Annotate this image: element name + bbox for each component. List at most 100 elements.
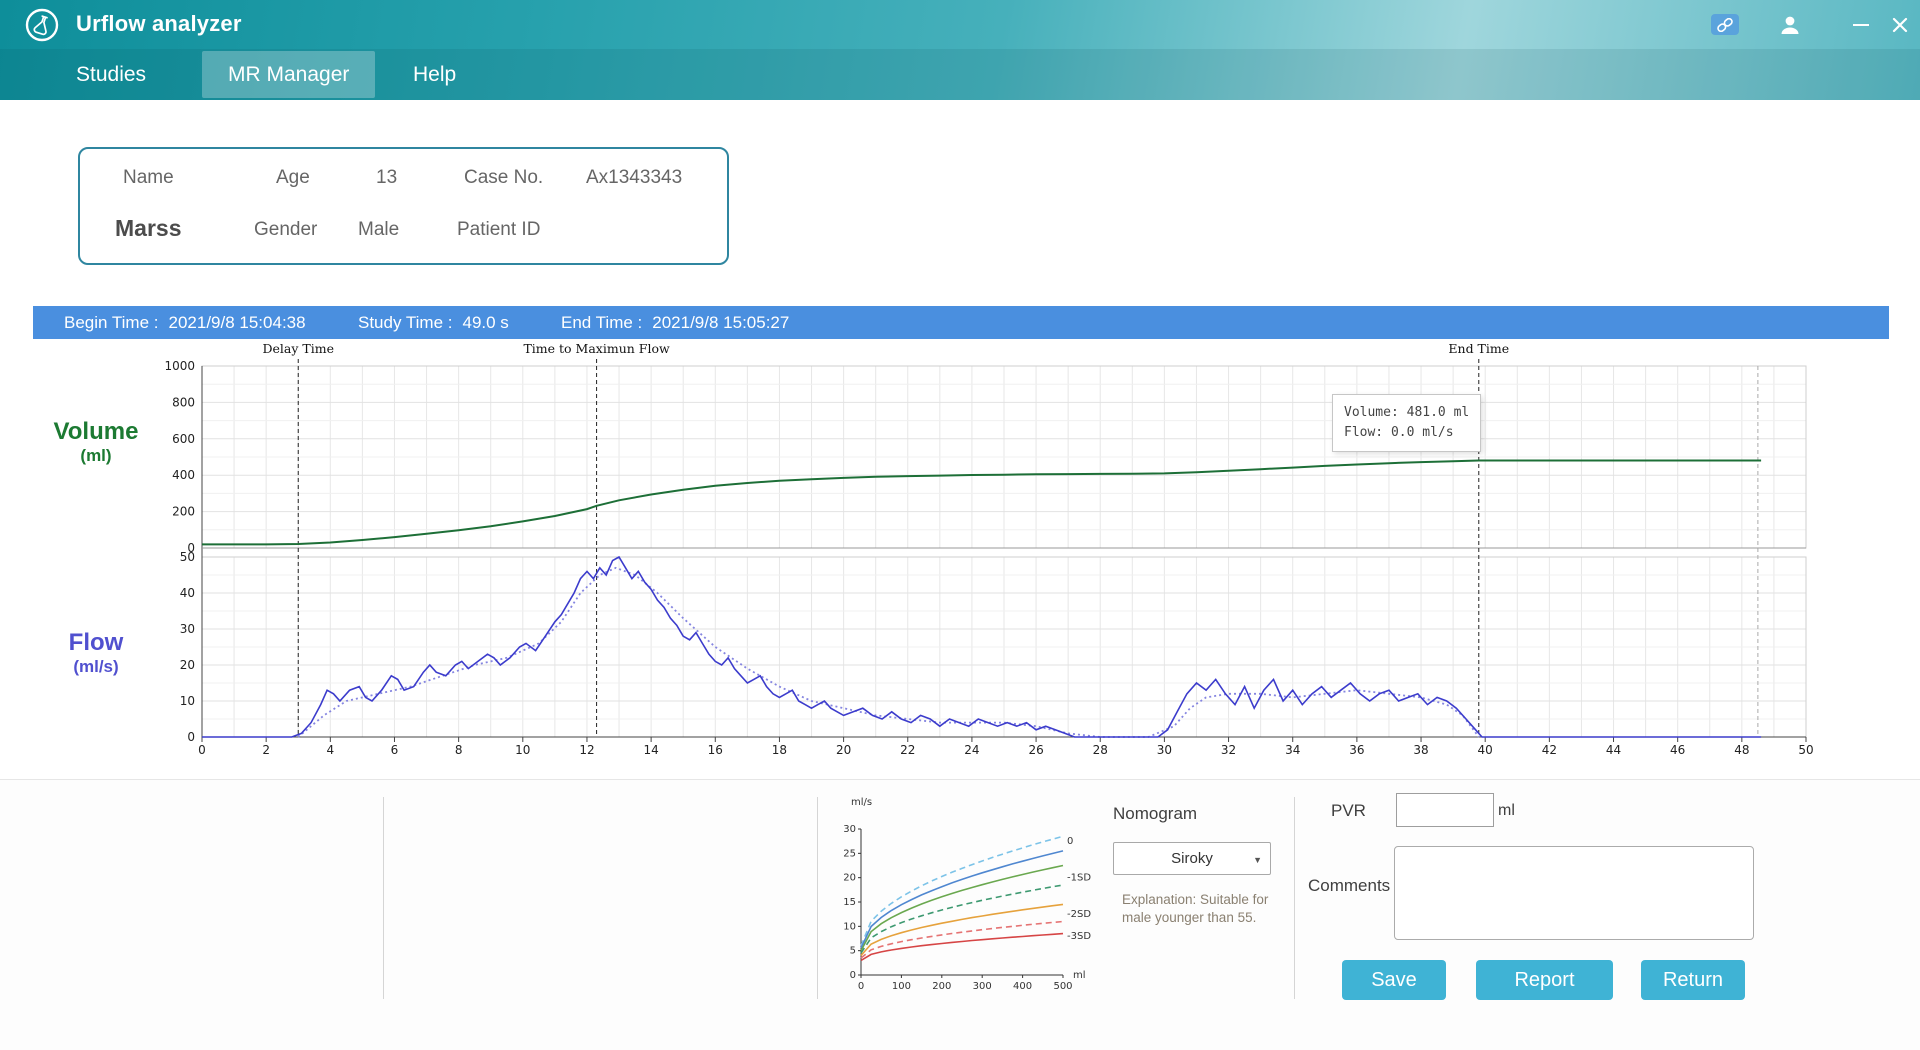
patient-name-value: Marss bbox=[115, 215, 181, 241]
svg-text:12: 12 bbox=[579, 743, 594, 757]
comments-textarea[interactable] bbox=[1394, 846, 1754, 940]
title-bar: Urflow analyzer bbox=[0, 0, 1920, 49]
nomogram-explanation: Explanation: Suitable for male younger t… bbox=[1122, 891, 1272, 927]
svg-text:300: 300 bbox=[973, 981, 992, 992]
urflow-analyzer-window: Urflow analyzer bbox=[0, 0, 1920, 1050]
patient-gender-value: Male bbox=[358, 217, 399, 243]
svg-text:6: 6 bbox=[391, 743, 399, 757]
svg-text:42: 42 bbox=[1542, 743, 1557, 757]
tooltip-volume-line: Volume: 481.0 ml bbox=[1344, 403, 1469, 423]
svg-text:-2SD: -2SD bbox=[1067, 909, 1091, 920]
volume-axis-title-text: Volume bbox=[36, 418, 156, 446]
header: Urflow analyzer bbox=[0, 0, 1920, 100]
end-time: End Time : 2021/9/8 15:05:27 bbox=[561, 306, 789, 339]
svg-text:2: 2 bbox=[262, 743, 270, 757]
svg-text:8: 8 bbox=[455, 743, 463, 757]
svg-text:34: 34 bbox=[1285, 743, 1300, 757]
svg-text:400: 400 bbox=[1013, 981, 1032, 992]
svg-text:40: 40 bbox=[1478, 743, 1493, 757]
patient-case-label: Case No. bbox=[464, 165, 543, 191]
svg-text:14: 14 bbox=[643, 743, 658, 757]
svg-text:46: 46 bbox=[1670, 743, 1685, 757]
patient-case-value: Ax1343343 bbox=[586, 165, 682, 191]
app-logo-flask-icon bbox=[24, 7, 60, 43]
link-icon bbox=[1711, 14, 1739, 35]
svg-text:200: 200 bbox=[172, 505, 195, 519]
app-title: Urflow analyzer bbox=[76, 11, 242, 37]
begin-time-value: 2021/9/8 15:04:38 bbox=[169, 313, 306, 332]
svg-text:36: 36 bbox=[1349, 743, 1364, 757]
user-account-button[interactable] bbox=[1772, 0, 1808, 49]
patient-info-box: Name Age 13 Case No. Ax1343343 Marss Gen… bbox=[78, 147, 729, 265]
study-time-label: Study Time : bbox=[358, 313, 452, 332]
volume-axis-title: Volume (ml) bbox=[36, 418, 156, 466]
minimize-button[interactable] bbox=[1846, 0, 1876, 49]
svg-text:30: 30 bbox=[180, 622, 195, 636]
svg-text:50: 50 bbox=[180, 550, 195, 564]
svg-text:Time to Maximun Flow: Time to Maximun Flow bbox=[523, 341, 670, 356]
svg-text:26: 26 bbox=[1028, 743, 1043, 757]
tooltip-flow-line: Flow: 0.0 ml/s bbox=[1344, 423, 1469, 443]
menu-item-help[interactable]: Help bbox=[413, 49, 456, 100]
comments-label: Comments bbox=[1308, 876, 1390, 896]
svg-text:30: 30 bbox=[1157, 743, 1172, 757]
svg-text:48: 48 bbox=[1734, 743, 1749, 757]
end-time-value: 2021/9/8 15:05:27 bbox=[652, 313, 789, 332]
svg-text:10: 10 bbox=[843, 921, 856, 932]
patient-gender-label: Gender bbox=[254, 217, 317, 243]
divider bbox=[383, 797, 384, 999]
svg-text:28: 28 bbox=[1093, 743, 1108, 757]
study-time-bar: Begin Time : 2021/9/8 15:04:38 Study Time… bbox=[33, 306, 1889, 339]
return-button[interactable]: Return bbox=[1641, 960, 1745, 1000]
nomogram-select[interactable]: Siroky ▼ bbox=[1113, 842, 1271, 875]
svg-text:30: 30 bbox=[843, 824, 856, 835]
menu-item-studies[interactable]: Studies bbox=[76, 49, 146, 100]
begin-time: Begin Time : 2021/9/8 15:04:38 bbox=[64, 306, 306, 339]
svg-text:44: 44 bbox=[1606, 743, 1621, 757]
svg-text:20: 20 bbox=[843, 873, 856, 884]
user-icon bbox=[1778, 13, 1802, 37]
svg-text:0: 0 bbox=[1067, 836, 1073, 847]
uroflow-chart-area: 0246810121416182022242628303234363840424… bbox=[0, 339, 1920, 779]
svg-text:24: 24 bbox=[964, 743, 979, 757]
svg-text:0: 0 bbox=[187, 730, 195, 744]
svg-text:0: 0 bbox=[850, 970, 856, 981]
begin-time-label: Begin Time : bbox=[64, 313, 159, 332]
svg-text:50: 50 bbox=[1798, 743, 1813, 757]
svg-text:ml/s: ml/s bbox=[851, 797, 872, 808]
divider bbox=[817, 797, 818, 999]
chart-cursor-tooltip: Volume: 481.0 ml Flow: 0.0 ml/s bbox=[1332, 394, 1481, 452]
uroflow-chart[interactable]: 0246810121416182022242628303234363840424… bbox=[0, 339, 1920, 779]
pvr-input[interactable] bbox=[1396, 793, 1494, 827]
svg-text:0: 0 bbox=[198, 743, 206, 757]
svg-text:40: 40 bbox=[180, 586, 195, 600]
save-button[interactable]: Save bbox=[1342, 960, 1446, 1000]
svg-text:0: 0 bbox=[858, 981, 864, 992]
flow-axis-unit: (ml/s) bbox=[36, 657, 156, 677]
patient-id-label: Patient ID bbox=[457, 217, 540, 243]
svg-text:200: 200 bbox=[932, 981, 951, 992]
patient-age-value: 13 bbox=[376, 165, 397, 191]
nomogram-chart: ml/sml05101520253001002003004005000-1SD-… bbox=[833, 789, 1103, 1001]
svg-text:25: 25 bbox=[843, 848, 856, 859]
menu-item-mr-manager[interactable]: MR Manager bbox=[202, 51, 375, 98]
svg-text:1000: 1000 bbox=[164, 359, 195, 373]
svg-text:800: 800 bbox=[172, 395, 195, 409]
svg-text:400: 400 bbox=[172, 468, 195, 482]
svg-text:38: 38 bbox=[1413, 743, 1428, 757]
svg-text:500: 500 bbox=[1053, 981, 1072, 992]
nomogram-selected-value: Siroky bbox=[1171, 850, 1213, 867]
pvr-unit: ml bbox=[1498, 794, 1515, 828]
chevron-down-icon: ▼ bbox=[1253, 855, 1262, 865]
link-button[interactable] bbox=[1708, 0, 1742, 49]
pvr-label: PVR bbox=[1331, 794, 1366, 828]
svg-text:End Time: End Time bbox=[1448, 341, 1509, 356]
report-button[interactable]: Report bbox=[1476, 960, 1613, 1000]
patient-age-label: Age bbox=[276, 165, 310, 191]
svg-text:22: 22 bbox=[900, 743, 915, 757]
svg-text:600: 600 bbox=[172, 432, 195, 446]
end-time-label: End Time : bbox=[561, 313, 642, 332]
close-button[interactable] bbox=[1884, 0, 1916, 49]
study-time: Study Time :49.0 s bbox=[358, 306, 509, 339]
minimize-icon bbox=[1853, 24, 1869, 26]
